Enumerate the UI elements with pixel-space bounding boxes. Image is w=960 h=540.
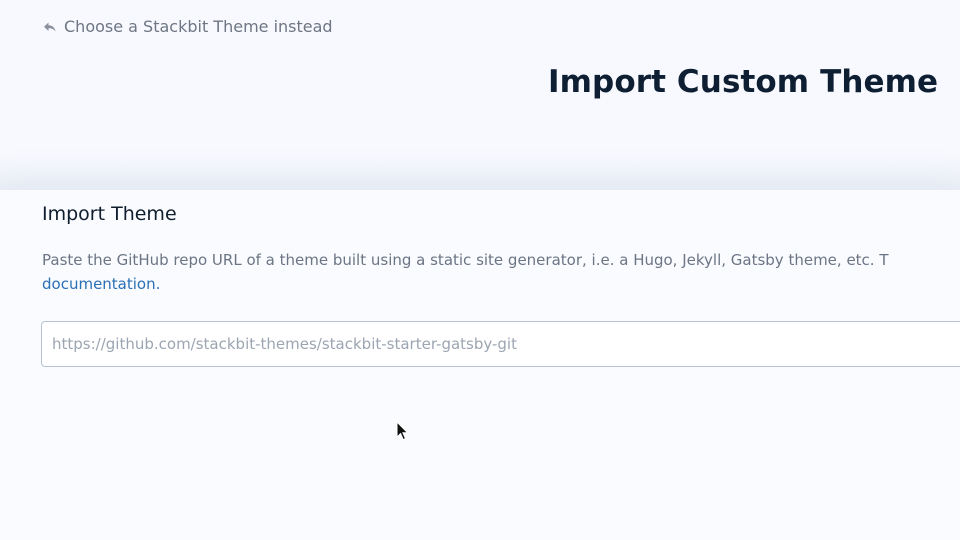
back-link-label: Choose a Stackbit Theme instead xyxy=(64,17,333,36)
documentation-link[interactable]: documentation. xyxy=(42,274,160,294)
github-repo-url-input[interactable] xyxy=(41,321,960,367)
reply-arrow-icon xyxy=(42,19,58,35)
import-theme-page: Choose a Stackbit Theme instead Import C… xyxy=(0,0,960,540)
back-to-themes-link[interactable]: Choose a Stackbit Theme instead xyxy=(42,17,333,36)
import-description: Paste the GitHub repo URL of a theme bui… xyxy=(42,251,889,269)
section-title: Import Theme xyxy=(42,203,177,225)
header-divider-shadow xyxy=(0,155,960,191)
page-title: Import Custom Theme xyxy=(548,64,939,100)
